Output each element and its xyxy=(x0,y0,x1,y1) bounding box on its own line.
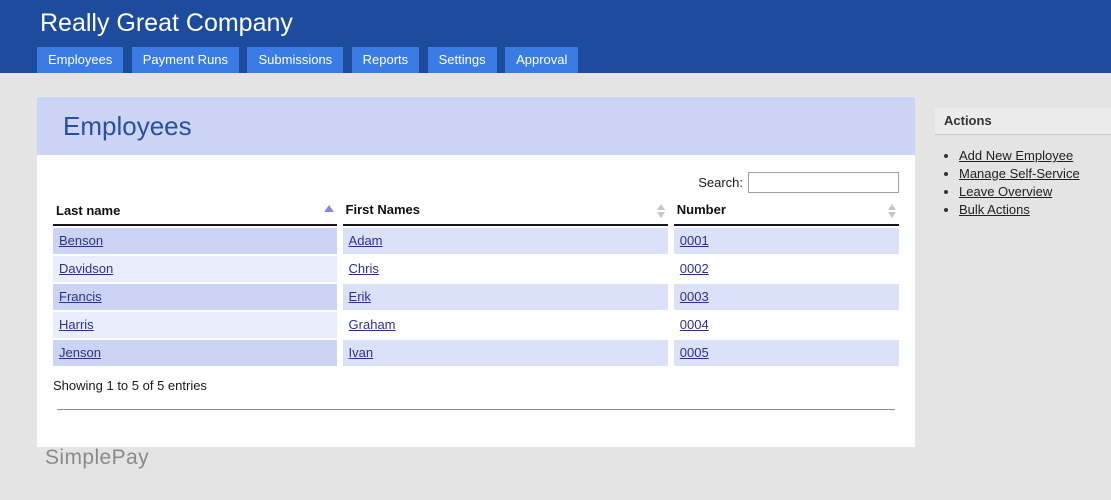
tab-payment-runs[interactable]: Payment Runs xyxy=(132,47,239,73)
leave-overview-link[interactable]: Leave Overview xyxy=(959,184,1052,199)
employee-first-names-link[interactable]: Chris xyxy=(349,261,379,276)
page-title-band: Employees xyxy=(37,97,915,155)
masthead: Really Great Company Employees Payment R… xyxy=(0,0,1111,73)
employee-first-names-link[interactable]: Adam xyxy=(349,233,383,248)
employee-number-link[interactable]: 0005 xyxy=(680,345,709,360)
content-panel: Employees Search: Last name First Names xyxy=(37,97,915,447)
actions-list: Add New Employee Manage Self-Service Lea… xyxy=(935,148,1111,217)
sort-both-icon xyxy=(657,204,665,218)
column-header-number[interactable]: Number xyxy=(674,199,899,226)
tab-approval[interactable]: Approval xyxy=(505,47,578,73)
actions-header: Actions xyxy=(935,108,1111,135)
column-header-first-names[interactable]: First Names xyxy=(343,199,668,226)
add-new-employee-link[interactable]: Add New Employee xyxy=(959,148,1073,163)
tab-submissions[interactable]: Submissions xyxy=(247,47,343,73)
column-label: Last name xyxy=(56,203,120,218)
employee-last-name-link[interactable]: Francis xyxy=(59,289,102,304)
simplepay-logo: SimplePay xyxy=(45,446,149,470)
employees-table-wrap: Last name First Names Number Benson Adam xyxy=(37,197,915,368)
employees-table: Last name First Names Number Benson Adam xyxy=(47,197,905,368)
table-header-row: Last name First Names Number xyxy=(53,199,899,226)
main-nav: Employees Payment Runs Submissions Repor… xyxy=(0,47,1111,73)
employee-last-name-link[interactable]: Davidson xyxy=(59,261,113,276)
employee-number-link[interactable]: 0003 xyxy=(680,289,709,304)
employee-first-names-link[interactable]: Erik xyxy=(349,289,371,304)
table-row: Harris Graham 0004 xyxy=(53,312,899,338)
employee-number-link[interactable]: 0002 xyxy=(680,261,709,276)
table-row: Benson Adam 0001 xyxy=(53,228,899,254)
page-title: Employees xyxy=(37,97,915,142)
list-item: Manage Self-Service xyxy=(959,166,1111,181)
list-item: Add New Employee xyxy=(959,148,1111,163)
sort-both-icon xyxy=(888,204,896,218)
sort-asc-icon xyxy=(324,205,334,212)
search-label: Search: xyxy=(698,175,743,190)
list-item: Bulk Actions xyxy=(959,202,1111,217)
table-info: Showing 1 to 5 of 5 entries xyxy=(37,378,915,393)
search-input[interactable] xyxy=(748,172,899,193)
company-title: Really Great Company xyxy=(0,0,1111,39)
employee-first-names-link[interactable]: Ivan xyxy=(349,345,374,360)
employee-last-name-link[interactable]: Benson xyxy=(59,233,103,248)
employee-first-names-link[interactable]: Graham xyxy=(349,317,396,332)
actions-sidebar: Actions Add New Employee Manage Self-Ser… xyxy=(935,108,1111,220)
column-header-last-name[interactable]: Last name xyxy=(53,199,337,226)
table-search-row: Search: xyxy=(37,155,915,193)
tab-reports[interactable]: Reports xyxy=(352,47,420,73)
table-row: Francis Erik 0003 xyxy=(53,284,899,310)
table-row: Davidson Chris 0002 xyxy=(53,256,899,282)
table-row: Jenson Ivan 0005 xyxy=(53,340,899,366)
tab-settings[interactable]: Settings xyxy=(428,47,497,73)
tab-employees[interactable]: Employees xyxy=(37,47,123,73)
bulk-actions-link[interactable]: Bulk Actions xyxy=(959,202,1030,217)
employee-last-name-link[interactable]: Harris xyxy=(59,317,94,332)
column-label: Number xyxy=(677,202,726,217)
employee-last-name-link[interactable]: Jenson xyxy=(59,345,101,360)
employee-number-link[interactable]: 0004 xyxy=(680,317,709,332)
list-item: Leave Overview xyxy=(959,184,1111,199)
manage-self-service-link[interactable]: Manage Self-Service xyxy=(959,166,1080,181)
employee-number-link[interactable]: 0001 xyxy=(680,233,709,248)
column-label: First Names xyxy=(346,202,420,217)
panel-divider xyxy=(57,409,895,411)
